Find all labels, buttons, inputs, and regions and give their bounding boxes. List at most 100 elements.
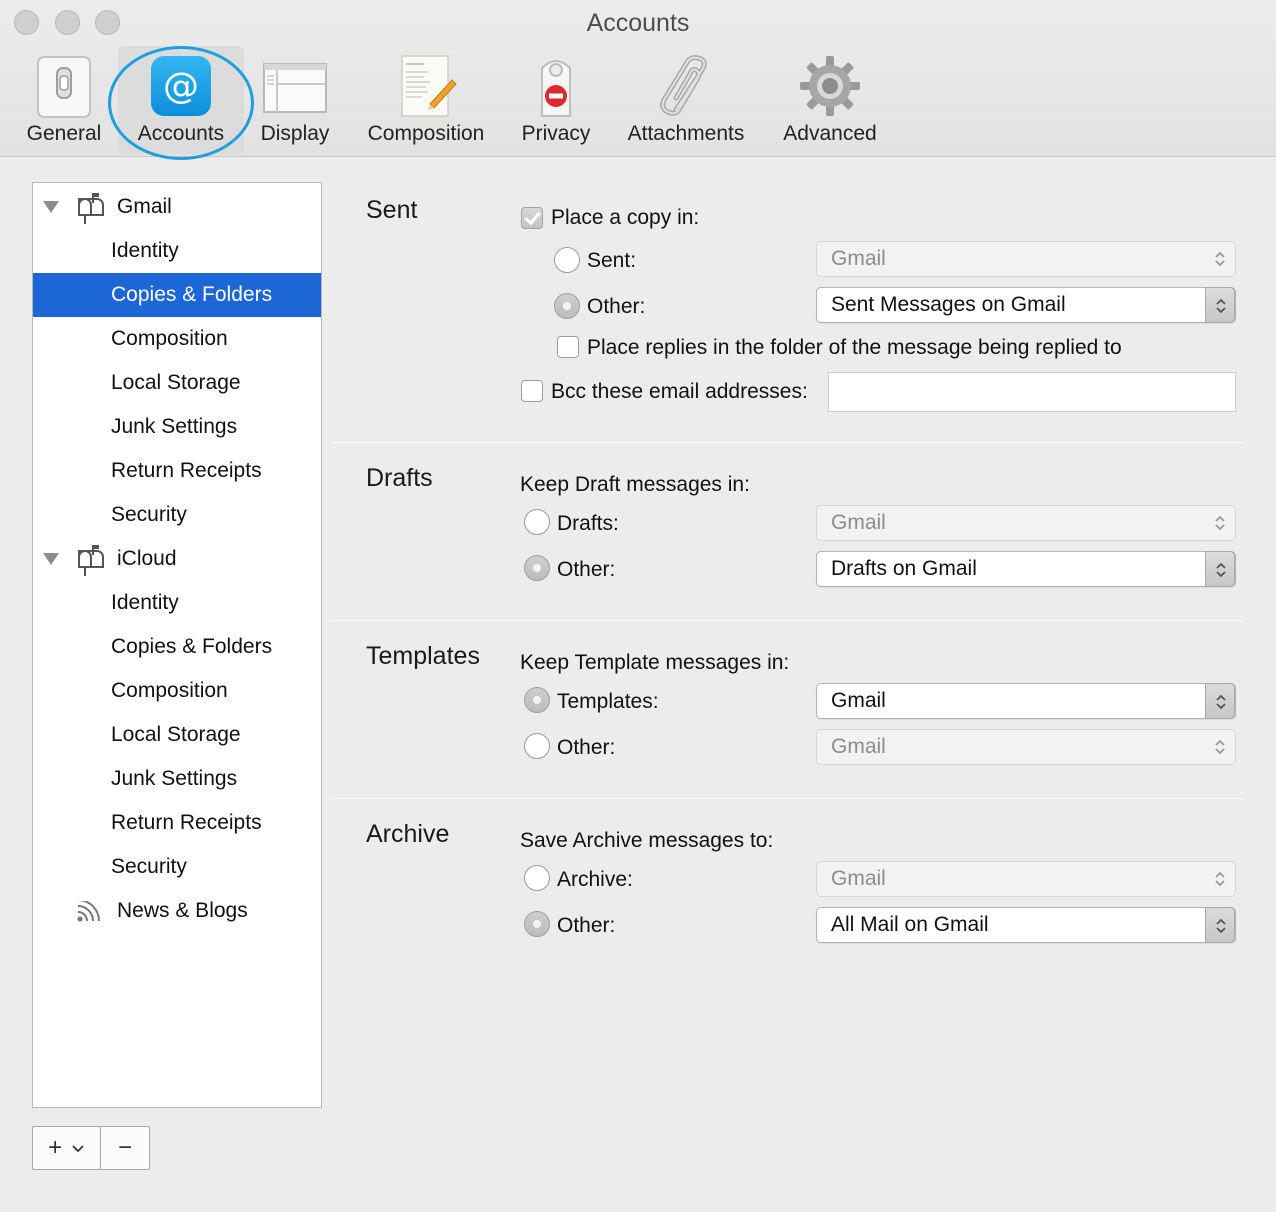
sidebar-item-icloud-local-storage[interactable]: Local Storage bbox=[33, 713, 321, 757]
toolbar-attachments[interactable]: Attachments bbox=[616, 46, 756, 154]
sidebar-item-icloud-security[interactable]: Security bbox=[33, 845, 321, 889]
toolbar-privacy[interactable]: Privacy bbox=[508, 46, 604, 154]
templates-other-label: Other: bbox=[557, 736, 616, 759]
section-title-sent: Sent bbox=[366, 196, 418, 224]
sidebar-account-label: iCloud bbox=[117, 547, 177, 570]
sidebar-item-gmail-junk-settings[interactable]: Junk Settings bbox=[33, 405, 321, 449]
archive-other-radio[interactable] bbox=[524, 911, 550, 937]
sent-other-label: Other: bbox=[587, 295, 646, 318]
drafts-mailbox-popup[interactable]: Gmail bbox=[816, 505, 1236, 541]
mailbox-icon bbox=[78, 193, 104, 224]
sidebar-item-label: Security bbox=[111, 855, 187, 878]
disclosure-triangle-icon[interactable] bbox=[43, 201, 59, 213]
sidebar-item-label: Local Storage bbox=[111, 371, 241, 394]
templates-other-radio[interactable] bbox=[524, 733, 550, 759]
popup-value: Gmail bbox=[831, 689, 886, 712]
bcc-addresses-input[interactable] bbox=[828, 372, 1236, 412]
popup-value: Drafts on Gmail bbox=[831, 557, 977, 580]
toolbar-display[interactable]: Display bbox=[250, 46, 340, 154]
sidebar-account-icloud[interactable]: iCloud bbox=[33, 537, 321, 581]
popup-value: Gmail bbox=[831, 247, 886, 270]
bcc-label: Bcc these email addresses: bbox=[551, 380, 808, 403]
sidebar-item-label: Junk Settings bbox=[111, 415, 238, 438]
sidebar-item-news-blogs[interactable]: News & Blogs bbox=[33, 889, 321, 933]
toolbar-advanced-label: Advanced bbox=[783, 122, 877, 145]
sidebar-item-gmail-return-receipts[interactable]: Return Receipts bbox=[33, 449, 321, 493]
sidebar-item-label: Copies & Folders bbox=[111, 635, 273, 658]
add-label: + bbox=[48, 1134, 63, 1161]
updown-chevron-icon bbox=[1205, 861, 1235, 897]
place-copy-label: Place a copy in: bbox=[551, 206, 700, 229]
drafts-other-mailbox-popup[interactable]: Drafts on Gmail bbox=[816, 551, 1236, 587]
sidebar-item-gmail-copies-folders[interactable]: Copies & Folders bbox=[33, 273, 321, 317]
updown-chevron-icon bbox=[1205, 287, 1235, 323]
updown-chevron-icon bbox=[1205, 241, 1235, 277]
section-divider bbox=[330, 442, 1244, 443]
sent-mailbox-popup[interactable]: Gmail bbox=[816, 241, 1236, 277]
drafts-radio[interactable] bbox=[524, 509, 550, 535]
sidebar-item-label: Junk Settings bbox=[111, 767, 238, 790]
sidebar-item-label: Composition bbox=[111, 327, 228, 350]
sent-other-mailbox-popup[interactable]: Sent Messages on Gmail bbox=[816, 287, 1236, 323]
sidebar-item-gmail-identity[interactable]: Identity bbox=[33, 229, 321, 273]
toolbar-general[interactable]: General bbox=[18, 46, 110, 154]
add-account-button[interactable]: + bbox=[33, 1127, 100, 1169]
rss-icon bbox=[77, 901, 100, 922]
sidebar-account-gmail[interactable]: Gmail bbox=[33, 185, 321, 229]
sidebar-item-gmail-composition[interactable]: Composition bbox=[33, 317, 321, 361]
do-not-disturb-tag-icon bbox=[541, 60, 571, 117]
mailbox-icon bbox=[78, 545, 104, 576]
sidebar-item-icloud-return-receipts[interactable]: Return Receipts bbox=[33, 801, 321, 845]
sent-other-radio[interactable] bbox=[554, 293, 580, 319]
window-title: Accounts bbox=[586, 9, 690, 37]
sidebar-button-bar: + − bbox=[32, 1126, 150, 1170]
sidebar-item-label: Return Receipts bbox=[111, 459, 262, 482]
updown-chevron-icon bbox=[1205, 907, 1235, 943]
sidebar-item-label: Identity bbox=[111, 239, 179, 262]
templates-mailbox-popup[interactable]: Gmail bbox=[816, 683, 1236, 719]
sidebar-item-icloud-copies-folders[interactable]: Copies & Folders bbox=[33, 625, 321, 669]
title-toolbar: Accounts General @ Accounts Display Comp… bbox=[0, 0, 1276, 160]
toolbar-accounts[interactable]: @ Accounts bbox=[118, 46, 244, 154]
sidebar-item-icloud-composition[interactable]: Composition bbox=[33, 669, 321, 713]
archive-mailbox-popup[interactable]: Gmail bbox=[816, 861, 1236, 897]
templates-radio[interactable] bbox=[524, 687, 550, 713]
archive-other-mailbox-popup[interactable]: All Mail on Gmail bbox=[816, 907, 1236, 943]
sidebar-item-icloud-junk-settings[interactable]: Junk Settings bbox=[33, 757, 321, 801]
gear-icon bbox=[800, 56, 860, 116]
toolbar-privacy-label: Privacy bbox=[521, 122, 591, 145]
updown-chevron-icon bbox=[1205, 551, 1235, 587]
place-replies-label: Place replies in the folder of the messa… bbox=[587, 336, 1122, 359]
svg-text:@: @ bbox=[163, 66, 199, 107]
sidebar-item-label: Return Receipts bbox=[111, 811, 262, 834]
sidebar-item-label: Composition bbox=[111, 679, 228, 702]
sidebar-account-label: Gmail bbox=[117, 195, 172, 218]
toolbar-attachments-label: Attachments bbox=[627, 122, 745, 145]
disclosure-triangle-icon[interactable] bbox=[43, 553, 59, 565]
bcc-checkbox[interactable] bbox=[521, 380, 543, 402]
toolbar-advanced[interactable]: Advanced bbox=[772, 46, 888, 154]
templates-other-mailbox-popup[interactable]: Gmail bbox=[816, 729, 1236, 765]
sidebar-item-label: Identity bbox=[111, 591, 179, 614]
drafts-other-radio[interactable] bbox=[524, 555, 550, 581]
popup-value: Gmail bbox=[831, 511, 886, 534]
place-copy-checkbox[interactable] bbox=[521, 207, 543, 229]
toolbar-composition-label: Composition bbox=[367, 122, 485, 145]
sidebar-item-label: Copies & Folders bbox=[111, 283, 273, 306]
updown-chevron-icon bbox=[1205, 505, 1235, 541]
sidebar-item-gmail-local-storage[interactable]: Local Storage bbox=[33, 361, 321, 405]
toolbar-general-label: General bbox=[26, 122, 102, 145]
archive-radio[interactable] bbox=[524, 865, 550, 891]
sidebar-item-icloud-identity[interactable]: Identity bbox=[33, 581, 321, 625]
sent-radio[interactable] bbox=[554, 247, 580, 273]
display-window-icon bbox=[263, 63, 327, 113]
accounts-sidebar: Gmail Identity Copies & Folders Composit… bbox=[32, 182, 322, 1108]
toolbar-composition[interactable]: Composition bbox=[356, 46, 496, 154]
sidebar-item-label: News & Blogs bbox=[117, 899, 248, 922]
place-replies-checkbox[interactable] bbox=[557, 336, 579, 358]
remove-account-button[interactable]: − bbox=[101, 1127, 149, 1169]
section-title-drafts: Drafts bbox=[366, 464, 433, 492]
sidebar-item-gmail-security[interactable]: Security bbox=[33, 493, 321, 537]
sidebar-item-label: Local Storage bbox=[111, 723, 241, 746]
toolbar-accounts-label: Accounts bbox=[137, 122, 225, 145]
